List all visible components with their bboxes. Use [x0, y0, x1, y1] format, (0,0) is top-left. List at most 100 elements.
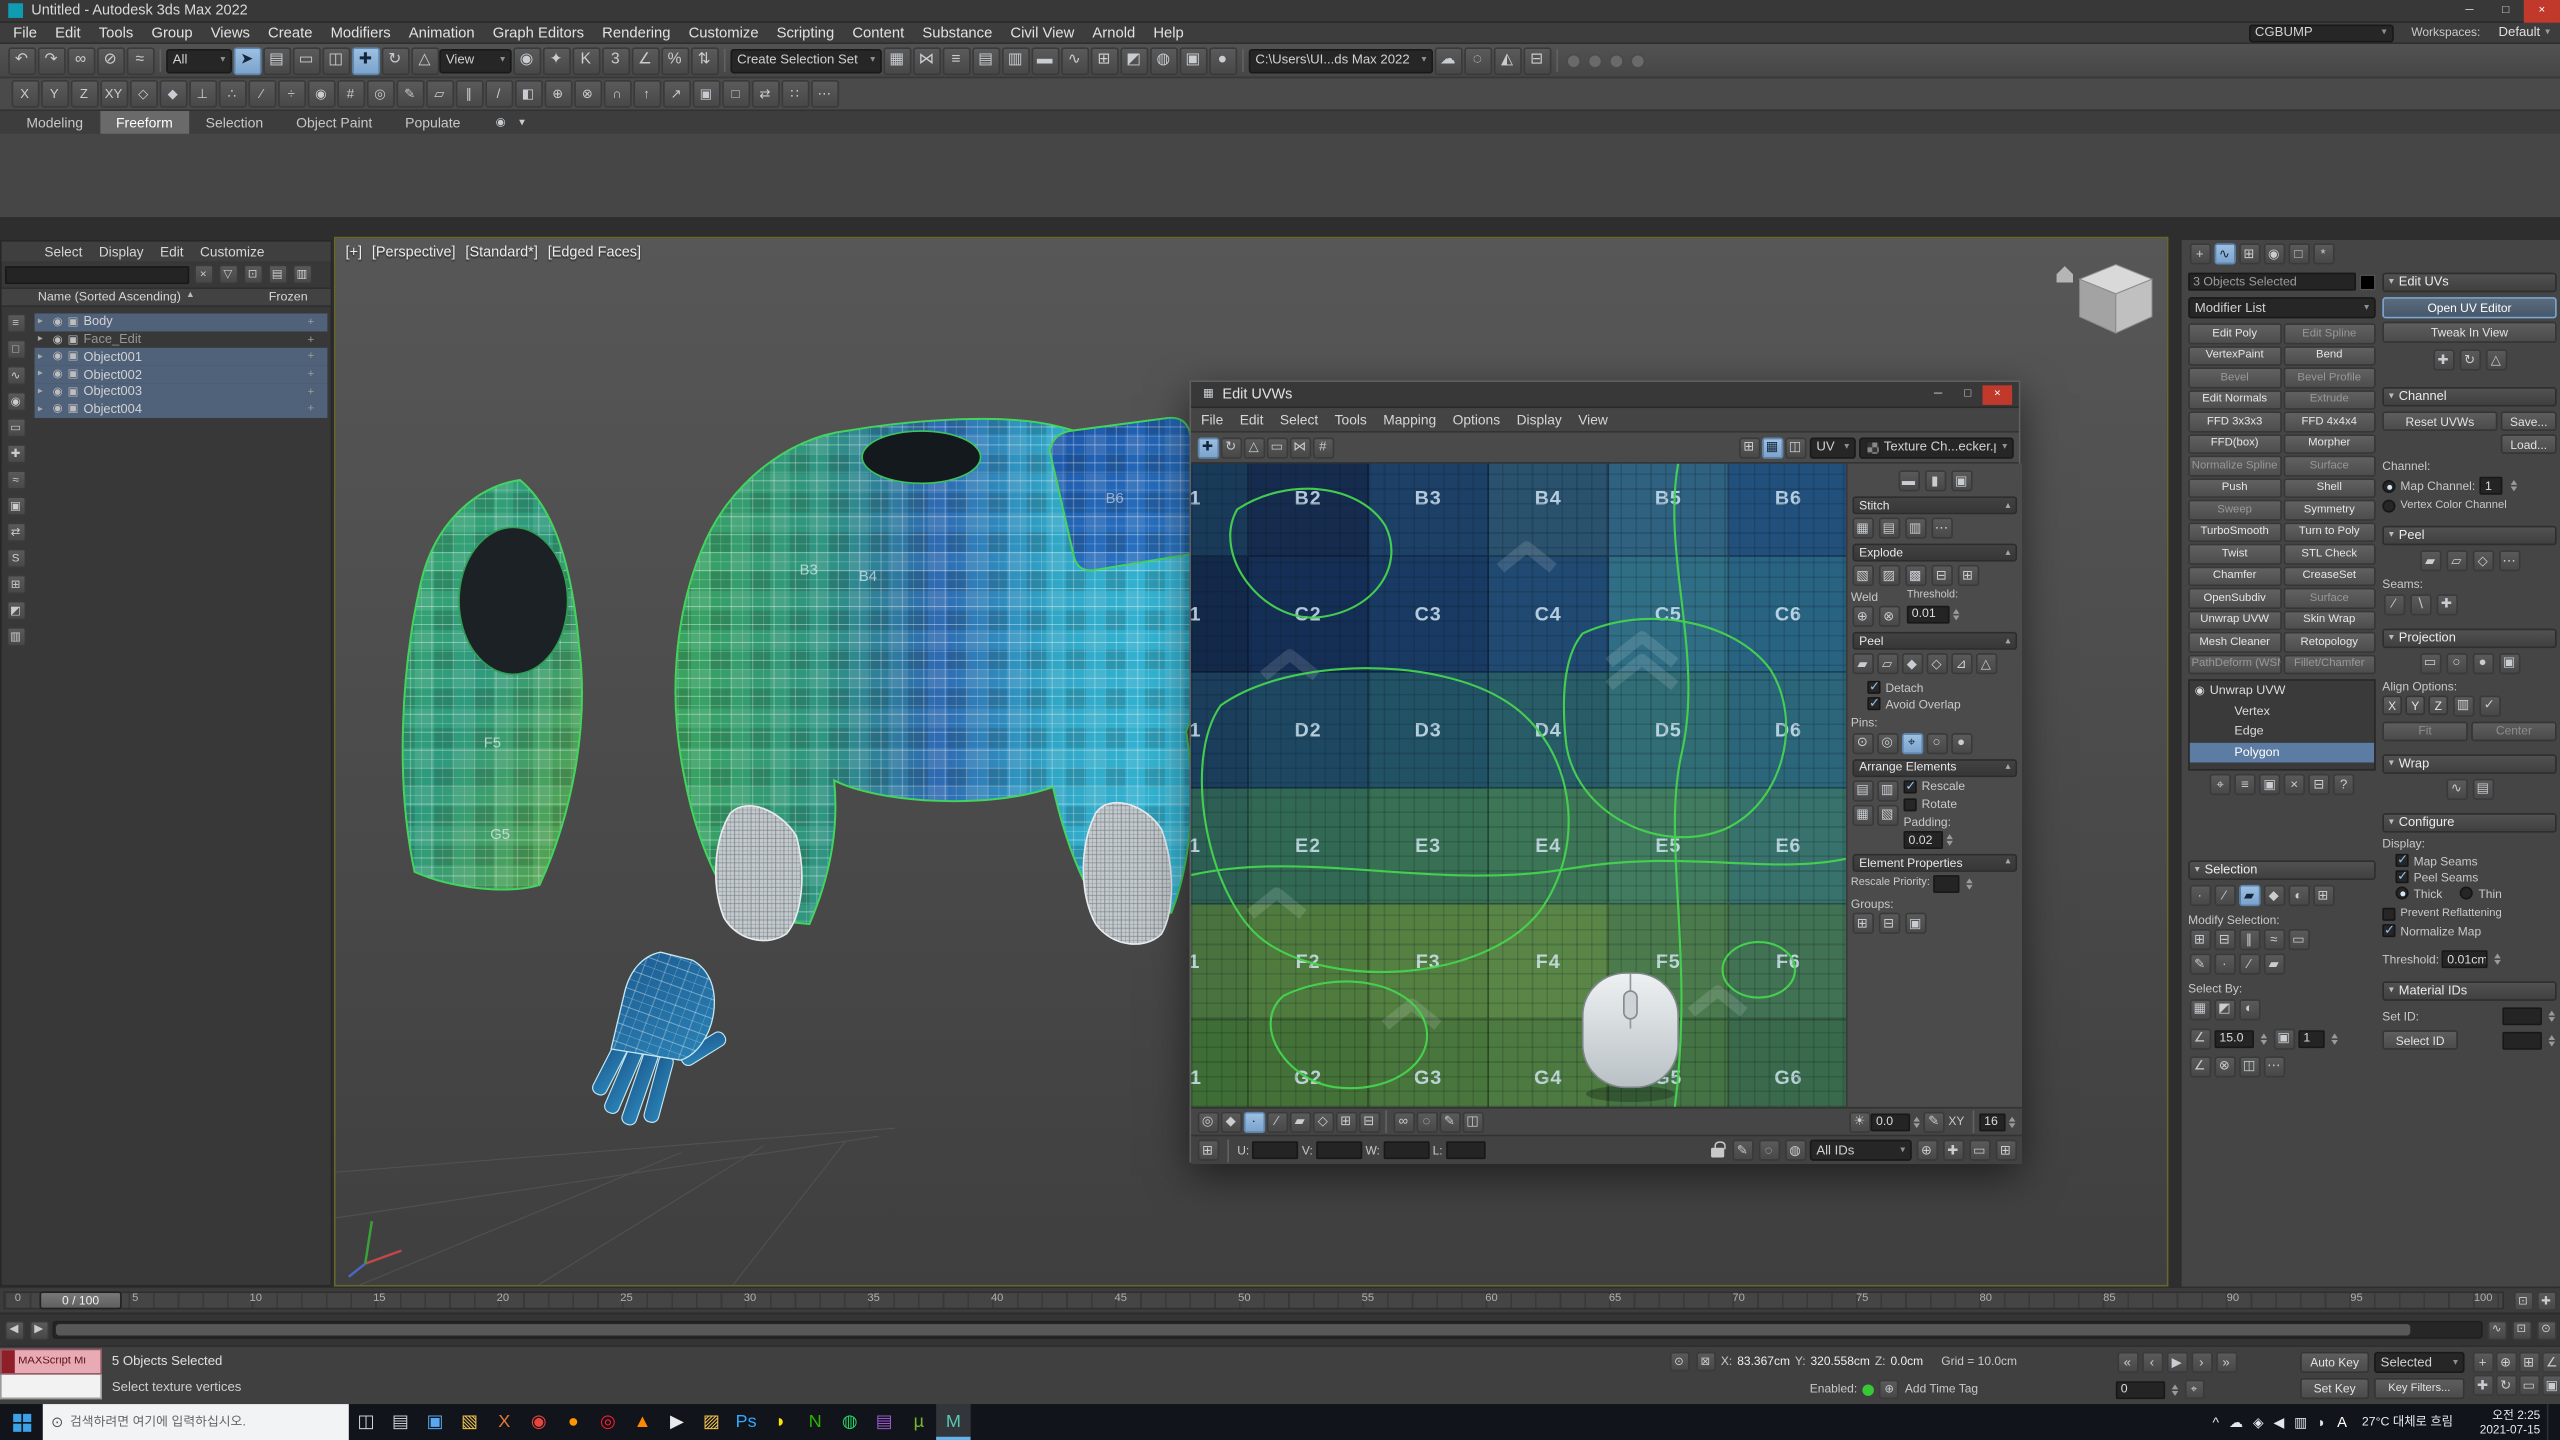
w-field[interactable] — [1383, 1141, 1429, 1159]
modifier-set-button[interactable]: Unwrap UVW — [2188, 610, 2281, 630]
zoom-all-icon[interactable]: ⊕ — [2495, 1352, 2516, 1373]
mirror-uv-icon[interactable]: ⋈ — [1289, 437, 1310, 458]
frozen-toggle-icon[interactable]: + — [308, 316, 315, 327]
snap-grid-icon[interactable]: # — [336, 80, 364, 108]
channel-rollout-header[interactable]: Channel — [2382, 387, 2556, 407]
maxscript-mini-listener[interactable]: MAXScript Mi — [0, 1349, 102, 1403]
swift-loop-icon[interactable]: ∥ — [455, 80, 483, 108]
frozen-toggle-icon[interactable]: + — [308, 369, 315, 380]
hierarchy-tab-icon[interactable]: ⊞ — [2238, 243, 2259, 264]
modifier-set-button[interactable]: Fillet/Chamfer — [2283, 654, 2376, 674]
zoom-extents-uv-icon[interactable]: ⊞ — [1995, 1140, 2016, 1161]
brightness-field[interactable]: 0.0 — [1871, 1113, 1910, 1131]
selection-lock-icon[interactable]: ⊠ — [1695, 1352, 1715, 1372]
modifier-set-button[interactable]: Symmetry — [2283, 500, 2376, 520]
uvw-menu-item[interactable]: Select — [1280, 413, 1318, 427]
material-id-spinner[interactable] — [2328, 1030, 2340, 1048]
explorer-settings-icon[interactable]: ▤ — [267, 264, 287, 284]
material-editor-icon[interactable]: ◩ — [1120, 47, 1148, 75]
maximize-button[interactable]: □ — [2488, 0, 2524, 22]
modifier-visibility-icon[interactable]: ◉ — [2195, 685, 2205, 696]
menu-item[interactable]: Graph Editors — [493, 25, 584, 40]
stitch-settings-icon[interactable]: ⋯ — [1931, 518, 1952, 539]
spacing-tool-icon[interactable]: ⋯ — [810, 80, 838, 108]
snap-vertex-icon[interactable]: ∴ — [218, 80, 246, 108]
lock-selection-icon[interactable] — [1711, 1148, 1724, 1158]
threshold-spinner[interactable] — [2492, 951, 2504, 969]
falloff-space-icon[interactable]: ◆ — [1220, 1111, 1241, 1132]
padding-field[interactable]: 0.02 — [1904, 831, 1943, 849]
y-coordinate[interactable]: 320.558cm — [1811, 1356, 1870, 1368]
pack-settings-icon[interactable]: ▧ — [1876, 804, 1897, 825]
opera-icon[interactable]: ◎ — [591, 1404, 626, 1440]
avoid-overlap-checkbox[interactable] — [1867, 698, 1880, 711]
vertex-sub-icon[interactable]: ∙ — [1243, 1111, 1264, 1132]
object-name[interactable]: Object001 — [83, 351, 302, 364]
axis-space-label[interactable]: XY — [1948, 1116, 1964, 1128]
selection-set-key-dropdown[interactable]: Selected▾ — [2374, 1352, 2464, 1373]
uvw-menu-item[interactable]: Tools — [1335, 413, 1367, 427]
box-map-icon[interactable]: ▣ — [2498, 652, 2519, 673]
modifier-set-button[interactable]: Surface — [2283, 588, 2376, 608]
snap-edge-icon[interactable]: ∕ — [248, 80, 276, 108]
modifier-set-button[interactable]: Bevel — [2188, 367, 2281, 387]
break-icon[interactable]: ▧ — [1852, 565, 1873, 586]
filter-spacewarps-icon[interactable]: ≈ — [6, 470, 26, 490]
snap-toggle-3d-icon[interactable]: 3 — [601, 47, 629, 75]
brightness-icon[interactable]: ☀ — [1849, 1111, 1870, 1132]
toolbar-option-circle-icon[interactable] — [1609, 53, 1624, 68]
menu-item[interactable]: Create — [268, 25, 312, 40]
modifier-set-button[interactable]: Chamfer — [2188, 566, 2281, 586]
time-ruler[interactable]: 0510152025303540455055606570758085909510… — [3, 1291, 2504, 1309]
u-field[interactable] — [1253, 1141, 1299, 1159]
enabled-indicator[interactable] — [1862, 1384, 1874, 1395]
mirror-tool-icon[interactable]: ⇄ — [751, 80, 779, 108]
grid-size-spinner[interactable] — [2006, 1113, 2018, 1131]
timeline-zoom-icon[interactable]: ⊡ — [2513, 1291, 2533, 1311]
modifier-set-button[interactable]: Surface — [2283, 456, 2376, 476]
viewport-label-segment[interactable]: [+] — [346, 245, 363, 259]
material-ids-rollout-header[interactable]: Material IDs — [2382, 982, 2556, 1002]
ime-indicator[interactable]: A — [2331, 1415, 2354, 1430]
go-to-end-icon[interactable]: » — [2215, 1352, 2236, 1373]
select-all-icon[interactable]: ⊞ — [2312, 885, 2333, 906]
explorer-row[interactable]: ▸ ◉ ▣ Object001 + — [35, 348, 328, 365]
frozen-toggle-icon[interactable]: + — [308, 386, 315, 397]
uvw-close-button[interactable]: × — [1983, 384, 2013, 404]
state-sets-icon[interactable]: ⊟ — [1523, 47, 1551, 75]
select-id-spinner[interactable] — [2545, 1031, 2557, 1049]
peel-section-header[interactable]: Peel — [1853, 632, 2018, 650]
schematic-view-icon[interactable]: ⊞ — [1090, 47, 1118, 75]
axis-constraint-z-icon[interactable]: Z — [70, 80, 98, 108]
map-channel-spinner[interactable] — [2508, 477, 2520, 495]
object-name[interactable]: Object004 — [83, 403, 302, 416]
menu-item[interactable]: Animation — [409, 25, 475, 40]
add-time-tag-label[interactable]: Add Time Tag — [1905, 1383, 1978, 1395]
modifier-set-button[interactable]: Morpher — [2283, 433, 2376, 453]
redo-icon[interactable]: ↷ — [37, 47, 65, 75]
menu-item[interactable]: Substance — [922, 25, 992, 40]
group-select-icon[interactable]: ⊟ — [1878, 913, 1899, 934]
point-to-point-seam-icon[interactable]: ∕ — [2383, 594, 2404, 615]
planar-angle-spinner[interactable] — [2257, 1030, 2269, 1048]
dropper-icon[interactable]: ◍ — [1784, 1140, 1805, 1161]
menu-item[interactable]: Customize — [689, 25, 759, 40]
modifier-set-button[interactable]: Turn to Poly — [2283, 522, 2376, 542]
select-object-icon[interactable]: ➤ — [233, 47, 261, 75]
edge-subobject-icon[interactable]: ∕ — [2214, 885, 2235, 906]
material-id-field[interactable]: 1 — [2298, 1030, 2324, 1048]
modifier-set-button[interactable]: FFD(box) — [2188, 433, 2281, 453]
all-ids-dropdown[interactable]: All IDs▾ — [1810, 1140, 1912, 1161]
pin-stack-icon[interactable]: ⌖ — [2210, 774, 2231, 795]
uvw-minimize-button[interactable]: ─ — [1923, 384, 1953, 404]
menu-item[interactable]: Arnold — [1092, 25, 1135, 40]
filter-lights-icon[interactable]: ◉ — [6, 392, 26, 412]
expand-caret-icon[interactable]: ▸ — [38, 370, 48, 380]
shrink-uv-icon[interactable]: ⊟ — [1358, 1111, 1379, 1132]
filter-materials-icon[interactable]: ◩ — [6, 601, 26, 621]
menu-item[interactable]: Help — [1153, 25, 1183, 40]
undo-icon[interactable]: ↶ — [7, 47, 35, 75]
inset-tool-icon[interactable]: ▣ — [692, 80, 720, 108]
menu-item[interactable]: Edit — [55, 25, 81, 40]
scroll-right-icon[interactable]: ▶ — [29, 1320, 49, 1340]
